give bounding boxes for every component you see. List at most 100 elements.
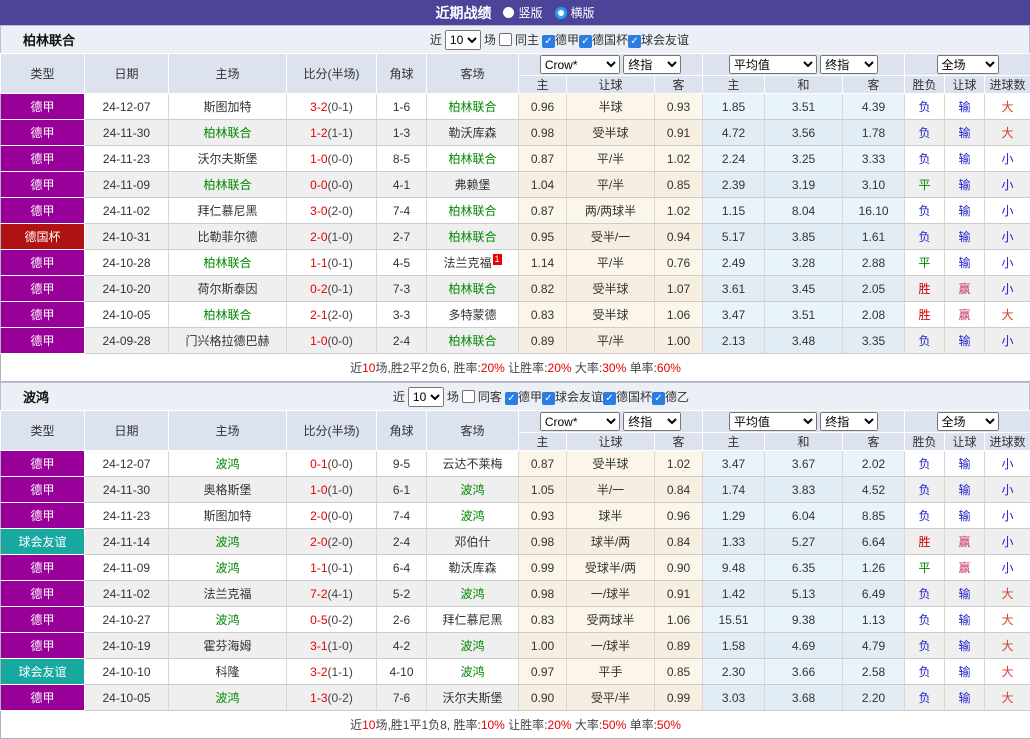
handicap-home-odds: 1.04 — [519, 172, 567, 198]
handicap-line: 平/半 — [567, 328, 655, 354]
home-team[interactable]: 波鸿 — [169, 555, 287, 581]
result-handicap: 输 — [945, 503, 985, 529]
handicap-line: 平/半 — [567, 172, 655, 198]
match-date: 24-11-09 — [85, 172, 169, 198]
summary-stat-label: 大率: — [572, 718, 603, 732]
home-team[interactable]: 科隆 — [169, 659, 287, 685]
fullmatch-select[interactable]: 全场 — [937, 55, 999, 74]
home-team[interactable]: 霍芬海姆 — [169, 633, 287, 659]
league-checkbox[interactable]: ✓ — [542, 392, 555, 405]
result-handicap: 输 — [945, 685, 985, 711]
away-team[interactable]: 多特蒙德 — [427, 302, 519, 328]
final-odds-select-1[interactable]: 终指 — [623, 55, 681, 74]
home-team[interactable]: 拜仁慕尼黑 — [169, 198, 287, 224]
handicap-away-odds: 0.76 — [655, 250, 703, 276]
away-team[interactable]: 柏林联合 — [427, 146, 519, 172]
home-team[interactable]: 柏林联合 — [169, 120, 287, 146]
avg-away-odds: 6.64 — [843, 529, 905, 555]
away-team[interactable]: 波鸿 — [427, 659, 519, 685]
home-team[interactable]: 荷尔斯泰因 — [169, 276, 287, 302]
summary-stat-value: 20% — [481, 361, 505, 375]
radio-selected-icon[interactable] — [503, 7, 514, 18]
radio-unselected-icon[interactable] — [555, 7, 567, 19]
match-row: 德甲 24-11-09 波鸿 1-1(0-1) 6-4 勒沃库森 0.99 受球… — [1, 555, 1030, 581]
away-team[interactable]: 波鸿 — [427, 581, 519, 607]
same-venue-checkbox[interactable] — [499, 33, 512, 46]
home-team[interactable]: 法兰克福 — [169, 581, 287, 607]
home-team[interactable]: 波鸿 — [169, 529, 287, 555]
away-team[interactable]: 弗赖堡 — [427, 172, 519, 198]
match-score: 0-5(0-2) — [287, 607, 377, 633]
recent-count-select[interactable]: 10 — [408, 387, 444, 407]
avg-draw-odds: 5.13 — [765, 581, 843, 607]
away-team[interactable]: 柏林联合 — [427, 198, 519, 224]
home-team[interactable]: 柏林联合 — [169, 302, 287, 328]
final-odds-select-2[interactable]: 终指 — [820, 412, 878, 431]
home-team[interactable]: 波鸿 — [169, 607, 287, 633]
handicap-away-odds: 0.94 — [655, 224, 703, 250]
home-team[interactable]: 奥格斯堡 — [169, 477, 287, 503]
average-select[interactable]: 平均值 — [729, 412, 817, 431]
away-team[interactable]: 拜仁慕尼黑 — [427, 607, 519, 633]
home-team[interactable]: 沃尔夫斯堡 — [169, 146, 287, 172]
match-date: 24-11-09 — [85, 555, 169, 581]
sub-col-header: 进球数 — [985, 76, 1030, 94]
away-team[interactable]: 波鸿 — [427, 633, 519, 659]
bookmaker-select[interactable]: Crow* — [540, 412, 620, 431]
league-checkbox[interactable]: ✓ — [542, 35, 555, 48]
league-checkbox[interactable]: ✓ — [505, 392, 518, 405]
league-checkbox[interactable]: ✓ — [603, 392, 616, 405]
home-team[interactable]: 波鸿 — [169, 685, 287, 711]
same-venue-checkbox[interactable] — [462, 390, 475, 403]
average-select[interactable]: 平均值 — [729, 55, 817, 74]
home-team[interactable]: 柏林联合 — [169, 172, 287, 198]
away-team[interactable]: 云达不莱梅 — [427, 451, 519, 477]
filter-bar: 近 10 场 同客 ✓德甲✓球会友谊✓德国杯✓德乙 — [393, 387, 689, 407]
league-filters: ✓德甲✓德国杯✓球会友谊 — [542, 31, 689, 48]
result-handicap: 输 — [945, 120, 985, 146]
result-handicap: 赢 — [945, 276, 985, 302]
away-team[interactable]: 波鸿 — [427, 477, 519, 503]
bookmaker-select[interactable]: Crow* — [540, 55, 620, 74]
vertical-layout-radio[interactable]: 竖版 — [503, 4, 542, 21]
match-type-badge: 德国杯 — [1, 224, 85, 250]
corner-count: 1-6 — [377, 94, 427, 120]
away-team[interactable]: 柏林联合 — [427, 224, 519, 250]
corner-count: 1-3 — [377, 120, 427, 146]
home-team[interactable]: 斯图加特 — [169, 503, 287, 529]
home-team[interactable]: 波鸿 — [169, 451, 287, 477]
summary-stat-label: 让胜率: — [505, 361, 548, 375]
match-score: 3-2(0-1) — [287, 94, 377, 120]
league-checkbox[interactable]: ✓ — [652, 392, 665, 405]
away-team[interactable]: 柏林联合 — [427, 328, 519, 354]
home-team[interactable]: 门兴格拉德巴赫 — [169, 328, 287, 354]
horizontal-radio-label: 横版 — [571, 4, 595, 21]
away-team[interactable]: 勒沃库森 — [427, 120, 519, 146]
summary-stat-value: 50% — [657, 718, 681, 732]
recent-count-select[interactable]: 10 — [445, 30, 481, 50]
away-team[interactable]: 波鸿 — [427, 503, 519, 529]
result-goals: 大 — [985, 120, 1030, 146]
result-winlose: 负 — [905, 659, 945, 685]
away-team[interactable]: 柏林联合 — [427, 94, 519, 120]
home-team[interactable]: 斯图加特 — [169, 94, 287, 120]
home-team[interactable]: 比勒菲尔德 — [169, 224, 287, 250]
corner-count: 2-4 — [377, 328, 427, 354]
home-team[interactable]: 柏林联合 — [169, 250, 287, 276]
final-odds-select-2[interactable]: 终指 — [820, 55, 878, 74]
away-team[interactable]: 勒沃库森 — [427, 555, 519, 581]
sub-col-header: 进球数 — [985, 433, 1030, 451]
league-checkbox[interactable]: ✓ — [579, 35, 592, 48]
away-team[interactable]: 法兰克福1 — [427, 250, 519, 276]
final-odds-select-1[interactable]: 终指 — [623, 412, 681, 431]
away-team[interactable]: 沃尔夫斯堡 — [427, 685, 519, 711]
away-team[interactable]: 柏林联合 — [427, 276, 519, 302]
avg-draw-odds: 3.48 — [765, 328, 843, 354]
sub-col-header: 主 — [703, 433, 765, 451]
horizontal-layout-radio[interactable]: 横版 — [555, 4, 595, 21]
fullmatch-select[interactable]: 全场 — [937, 412, 999, 431]
league-checkbox[interactable]: ✓ — [628, 35, 641, 48]
away-team[interactable]: 邓伯什 — [427, 529, 519, 555]
result-winlose: 负 — [905, 607, 945, 633]
match-type-badge: 德甲 — [1, 477, 85, 503]
